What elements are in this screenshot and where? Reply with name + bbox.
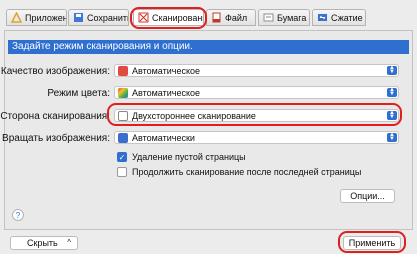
save-icon — [73, 12, 84, 23]
scan-side-label: Сторона сканирования: — [0, 111, 110, 122]
rotate-icon — [118, 132, 128, 143]
chevron-updown-icon: ▲ ▼ — [387, 132, 397, 142]
tab-label: Приложение — [25, 12, 66, 23]
section-banner: Задайте режим сканирования и опции. — [8, 40, 409, 54]
tab-label: Сжатие — [331, 12, 363, 23]
blank-page-removal-option[interactable]: ✓ Удаление пустой страницы — [117, 152, 246, 162]
apply-button[interactable]: Применить — [343, 236, 401, 250]
hide-button[interactable]: Скрыть ^ — [10, 236, 78, 250]
paper-icon — [263, 12, 274, 23]
tab-application[interactable]: Приложение — [6, 9, 67, 26]
hide-button-label: Скрыть — [27, 238, 58, 248]
color-mode-value: Автоматическое — [132, 87, 201, 98]
tab-file[interactable]: Файл — [206, 9, 256, 26]
help-button[interactable]: ? — [12, 209, 24, 221]
rotate-label: Вращать изображения: — [2, 133, 110, 144]
options-button[interactable]: Опции... — [340, 189, 395, 203]
tab-scan[interactable]: Сканирование — [133, 9, 204, 26]
chevron-up-icon: ^ — [67, 238, 71, 247]
tab-label: Сканирование — [152, 12, 203, 23]
image-quality-icon — [118, 65, 128, 76]
chevron-updown-icon: ▲ ▼ — [387, 65, 397, 75]
app-icon — [10, 11, 23, 23]
quality-value: Автоматическое — [132, 65, 201, 76]
tab-label: Файл — [225, 12, 248, 23]
blank-page-checkbox[interactable]: ✓ — [117, 152, 127, 162]
chevron-updown-icon: ▲ ▼ — [387, 87, 397, 97]
quality-select[interactable]: Автоматическое ▲ ▼ — [114, 64, 399, 77]
color-mode-label: Режим цвета: — [47, 88, 110, 99]
color-mode-icon — [118, 87, 128, 98]
rotate-value: Автоматически — [132, 132, 195, 143]
tab-label: Сохранить — [87, 12, 129, 23]
duplex-icon — [118, 110, 128, 121]
continue-scanning-checkbox[interactable] — [117, 167, 127, 177]
file-icon — [211, 12, 222, 23]
scan-icon — [138, 12, 149, 23]
tab-compression[interactable]: Сжатие — [312, 9, 366, 26]
compression-icon — [317, 12, 328, 23]
tab-paper[interactable]: Бумага — [258, 9, 310, 26]
rotate-select[interactable]: Автоматически ▲ ▼ — [114, 131, 399, 144]
chevron-updown-icon: ▲ ▼ — [387, 110, 397, 120]
quality-label: Качество изображения: — [0, 66, 110, 77]
checkbox-label: Удаление пустой страницы — [132, 152, 246, 162]
continue-scanning-option[interactable]: Продолжить сканирование после последней … — [117, 167, 361, 177]
checkbox-label: Продолжить сканирование после последней … — [132, 167, 362, 177]
tab-bar: Приложение Сохранить Сканирование Файл Б… — [0, 0, 417, 32]
scan-side-select[interactable]: Двухстороннее сканирование ▲ ▼ — [114, 109, 399, 122]
color-mode-select[interactable]: Автоматическое ▲ ▼ — [114, 86, 399, 99]
tab-label: Бумага — [277, 12, 307, 23]
scan-side-value: Двухстороннее сканирование — [132, 110, 256, 121]
tab-save[interactable]: Сохранить — [68, 9, 129, 26]
